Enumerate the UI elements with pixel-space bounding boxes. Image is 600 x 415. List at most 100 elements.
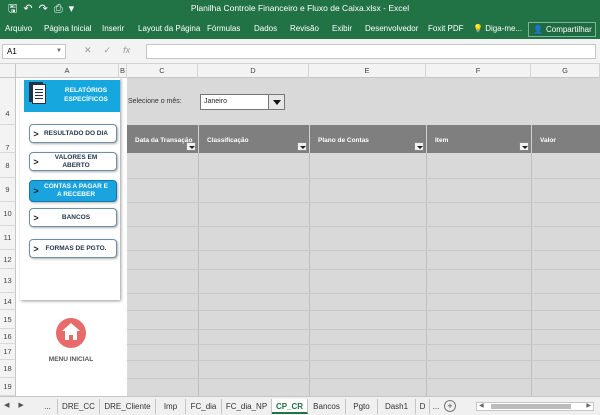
- chevron-right-icon: >: [33, 243, 39, 254]
- sheet-tab-dre-cc[interactable]: DRE_CC: [58, 399, 100, 414]
- select-all-corner[interactable]: [0, 64, 16, 78]
- prev-sheet-icon[interactable]: ◀: [4, 401, 9, 409]
- user-icon: 👤: [533, 25, 543, 34]
- button-label: VALORES EM ABERTO: [54, 153, 98, 169]
- filter-dropdown-icon[interactable]: [414, 142, 424, 151]
- header-classificacao: Classificação: [199, 125, 310, 153]
- tab-foxit-pdf[interactable]: Foxit PDF: [428, 24, 464, 33]
- column-header-f[interactable]: F: [426, 64, 531, 78]
- resultado-do-dia-button[interactable]: > RESULTADO DO DIA: [29, 124, 117, 143]
- column-header-e[interactable]: E: [309, 64, 426, 78]
- month-select-label: Selecione o mês:: [128, 98, 182, 105]
- menu-inicial-label[interactable]: MENU INICIAL: [36, 356, 106, 363]
- home-icon[interactable]: [56, 318, 86, 348]
- gridline: [127, 344, 600, 345]
- row-header-10[interactable]: 10: [0, 202, 16, 226]
- sheet-tab-d[interactable]: D: [416, 399, 430, 414]
- sheet-tab-ellipsis[interactable]: ...: [430, 399, 442, 414]
- row-header-19[interactable]: 19: [0, 378, 16, 396]
- gridline: [127, 226, 600, 227]
- tab-exibir[interactable]: Exibir: [332, 24, 352, 33]
- sheet-tab-imp[interactable]: Imp: [156, 399, 186, 414]
- ribbon-tabs: Arquivo Página Inicial Inserir Layout da…: [0, 19, 600, 39]
- column-header-g[interactable]: G: [531, 64, 600, 78]
- row-header-11[interactable]: 11: [0, 226, 16, 250]
- column-header-b[interactable]: B: [119, 64, 127, 78]
- lightbulb-icon: 💡: [473, 24, 483, 33]
- horizontal-scrollbar[interactable]: ◀ ▶: [476, 402, 594, 411]
- filter-dropdown-icon[interactable]: [519, 142, 529, 151]
- column-header-d[interactable]: D: [198, 64, 309, 78]
- row-header-9[interactable]: 9: [0, 178, 16, 202]
- tab-arquivo[interactable]: Arquivo: [5, 24, 32, 33]
- chevron-right-icon: >: [33, 128, 39, 139]
- column-header-a[interactable]: A: [16, 64, 119, 78]
- add-sheet-icon[interactable]: +: [444, 400, 456, 412]
- row-header-13[interactable]: 13: [0, 269, 16, 293]
- button-label: FORMAS DE PGTO.: [45, 244, 107, 252]
- share-button[interactable]: 👤 Compartilhar: [528, 22, 596, 37]
- tab-dados[interactable]: Dados: [254, 24, 277, 33]
- enter-icon[interactable]: ✓: [104, 45, 112, 56]
- button-label: RESULTADO DO DIA: [43, 129, 109, 137]
- row-header-18[interactable]: 18: [0, 360, 16, 378]
- column-header-c[interactable]: C: [127, 64, 198, 78]
- gridline: [127, 293, 600, 294]
- sheet-tab-more[interactable]: ...: [38, 399, 58, 414]
- formas-de-pgto-button[interactable]: > FORMAS DE PGTO.: [29, 239, 117, 258]
- home-roof: [62, 323, 80, 331]
- scroll-right-icon[interactable]: ▶: [586, 402, 591, 409]
- scroll-thumb[interactable]: [491, 404, 571, 409]
- next-sheet-icon[interactable]: ▶: [18, 401, 23, 409]
- row-header-16[interactable]: 16: [0, 329, 16, 344]
- sheet-tab-fc-dia[interactable]: FC_dia: [186, 399, 222, 414]
- scroll-left-icon[interactable]: ◀: [479, 402, 484, 409]
- gridline: [127, 269, 600, 270]
- valores-em-aberto-button[interactable]: > VALORES EM ABERTO: [29, 152, 117, 171]
- tab-revisao[interactable]: Revisão: [290, 24, 319, 33]
- contas-a-pagar-receber-button[interactable]: > CONTAS A PAGAR E A RECEBER: [29, 180, 117, 202]
- button-label: BANCOS: [61, 213, 91, 221]
- row-header-17[interactable]: 17: [0, 344, 16, 360]
- filter-dropdown-icon[interactable]: [297, 142, 307, 151]
- tab-pagina-inicial[interactable]: Página Inicial: [44, 24, 92, 33]
- formula-input[interactable]: [146, 44, 596, 59]
- tab-layout[interactable]: Layout da Página: [138, 24, 200, 33]
- sheet-tab-fc-dia-np[interactable]: FC_dia_NP: [222, 399, 272, 414]
- filter-dropdown-icon[interactable]: [186, 142, 196, 151]
- month-select[interactable]: Janeiro: [200, 94, 285, 110]
- sheet-tab-bancos[interactable]: Bancos: [308, 399, 346, 414]
- sheet-tab-dash1[interactable]: Dash1: [378, 399, 416, 414]
- sheet-tab-pgto[interactable]: Pgto: [346, 399, 378, 414]
- row-header-8[interactable]: 8: [0, 153, 16, 178]
- tab-inserir[interactable]: Inserir: [102, 24, 124, 33]
- cancel-icon[interactable]: ✕: [84, 45, 92, 56]
- bancos-button[interactable]: > BANCOS: [29, 208, 117, 227]
- panel-title: RELATÓRIOS ESPECÍFICOS: [64, 87, 108, 103]
- row-header-4[interactable]: 4: [0, 78, 16, 125]
- gridline: [127, 329, 600, 330]
- share-label: Compartilhar: [545, 25, 592, 34]
- row-header-12[interactable]: 12: [0, 250, 16, 269]
- sheet-tab-cp-cr[interactable]: CP_CR: [272, 399, 308, 414]
- gridline: [127, 360, 600, 361]
- row-header-7[interactable]: 7: [0, 125, 16, 153]
- row-header-14[interactable]: 14: [0, 293, 16, 310]
- gridline: [127, 378, 600, 379]
- tab-formulas[interactable]: Fórmulas: [207, 24, 240, 33]
- tab-desenvolvedor[interactable]: Desenvolvedor: [365, 24, 418, 33]
- header-plano-de-contas: Plano de Contas: [310, 125, 427, 153]
- worksheet[interactable]: RELATÓRIOS ESPECÍFICOS > RESULTADO DO DI…: [16, 78, 600, 396]
- insert-function-icon[interactable]: fx: [123, 45, 130, 56]
- table-header: Data da Transação Classificação Plano de…: [127, 125, 600, 153]
- column-headers: A B C D E F G: [0, 64, 600, 78]
- sheet-tab-dre-cliente[interactable]: DRE_Cliente: [100, 399, 156, 414]
- window-title: Planilha Controle Financeiro e Fluxo de …: [190, 3, 410, 13]
- sheet-nav-arrows: ◀ ▶: [4, 401, 24, 409]
- row-header-15[interactable]: 15: [0, 310, 16, 329]
- tell-me-search[interactable]: 💡 Diga-me...: [473, 24, 522, 33]
- name-box[interactable]: A1 ▼: [2, 44, 66, 59]
- chevron-down-icon[interactable]: ▼: [56, 45, 62, 58]
- button-label: CONTAS A PAGAR E A RECEBER: [44, 183, 108, 198]
- dropdown-arrow-icon[interactable]: [268, 95, 284, 109]
